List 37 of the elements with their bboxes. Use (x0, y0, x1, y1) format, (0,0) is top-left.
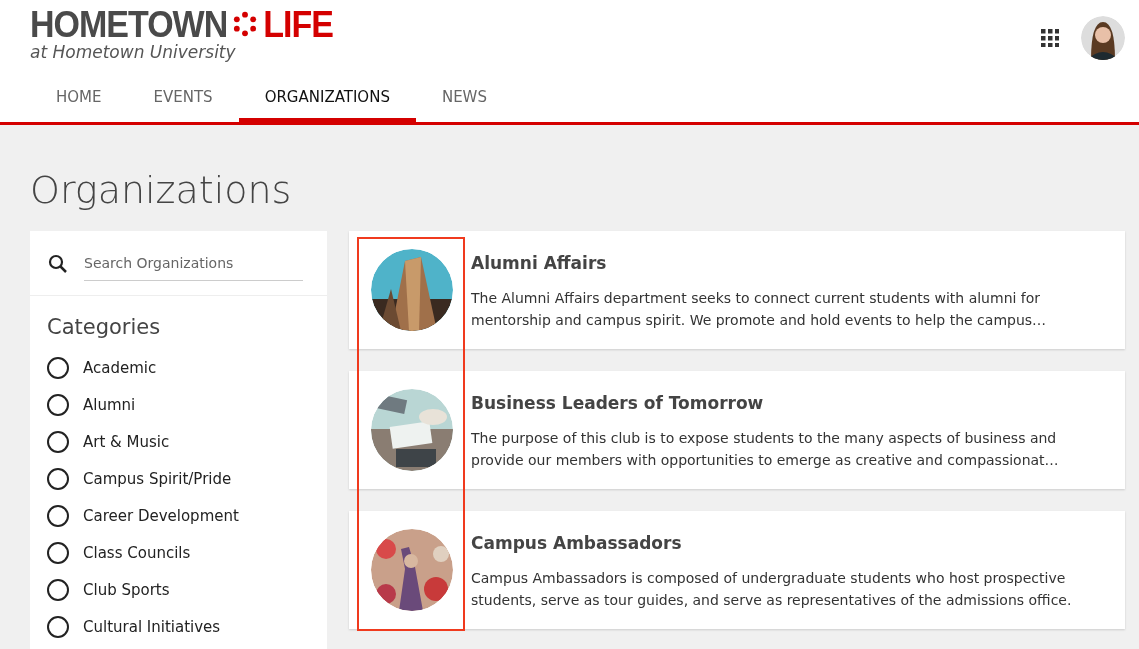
nav-tab[interactable]: NEWS (415, 76, 513, 122)
organization-card[interactable]: Alumni Affairs The Alumni Affairs department seeks to connect current students with alumni for mentorship and campus spirit. We promote and hold events to help the campus… (349, 231, 1125, 349)
radio-button[interactable] (47, 394, 69, 416)
page-title: Organizations (29, 167, 293, 214)
nav-tab[interactable]: HOME (30, 76, 128, 122)
category-label: Campus Spirit/Pride (83, 468, 232, 490)
radio-button[interactable] (47, 431, 69, 453)
radio-button[interactable] (47, 468, 69, 490)
organization-description: Campus Ambassadors is composed of undergraduate students who host prospective students, serve as tour guides, and serve as representatives of the admissions office. (471, 568, 1073, 610)
category-label: Academic (83, 357, 157, 379)
radio-button[interactable] (47, 542, 69, 564)
organization-description: The Alumni Affairs department seeks to connect current students with alumni for mentorship and campus spirit. We promote and hold events to help the campus… (471, 288, 1048, 330)
category-label: Class Councils (83, 542, 191, 564)
category-label: Career Development (83, 505, 239, 527)
organization-card[interactable]: Business Leaders of Tomorrow The purpose of this club is to expose students to the many aspects of business and provide our members with opportunities to emerge as creative and compassionat… (349, 371, 1125, 489)
avatar[interactable] (1081, 16, 1125, 60)
category-label: Alumni (83, 394, 136, 416)
radio-button[interactable] (47, 357, 69, 379)
radio-button[interactable] (47, 505, 69, 527)
nav-tab[interactable]: EVENTS (127, 76, 239, 122)
apps-grid-icon[interactable] (1041, 29, 1059, 47)
logo-wordmark: HOMETOWN (30, 4, 228, 44)
logo-subtitle: at Hometown University (30, 42, 237, 62)
organization-name: Campus Ambassadors (471, 532, 683, 556)
organization-description: The purpose of this club is to expose students to the many aspects of business and provide our members with opportunities to emerge as creative and compassionat… (471, 428, 1060, 470)
category-label: Art & Music (83, 431, 170, 453)
category-label: Cultural Initiatives (83, 616, 221, 638)
organization-name: Alumni Affairs (471, 252, 608, 276)
organization-name: Business Leaders of Tomorrow (471, 392, 765, 416)
radio-button[interactable] (47, 579, 69, 601)
search-field[interactable]: Search Organizations (84, 247, 303, 281)
search-icon (48, 254, 68, 274)
organization-card[interactable]: Campus Ambassadors Campus Ambassadors is composed of undergraduate students who host prospective students, serve as tour guides, and serve as representatives of the admissions office. (349, 511, 1125, 629)
categories-heading: Categories (47, 314, 162, 341)
radio-button[interactable] (47, 616, 69, 638)
category-label: Club Sports (83, 579, 170, 601)
logo-wordmark: LIFE (263, 4, 333, 44)
